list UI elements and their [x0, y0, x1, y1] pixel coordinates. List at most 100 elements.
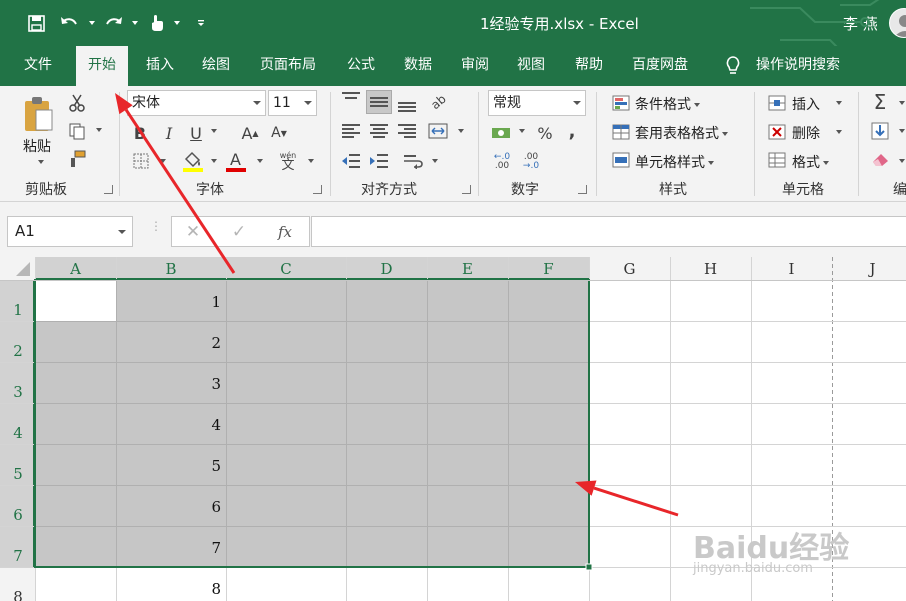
borders-dropdown-icon[interactable] — [156, 156, 166, 166]
accounting-dropdown-icon[interactable] — [515, 126, 525, 136]
row-header-7[interactable]: 7 — [13, 547, 23, 565]
phonetic-guide-icon[interactable]: wén 文 — [276, 148, 300, 174]
font-size-select[interactable]: 11 — [268, 90, 317, 116]
font-name-select[interactable]: 宋体 — [127, 90, 266, 116]
percent-style-button[interactable]: % — [535, 122, 555, 144]
cell-b7[interactable]: 7 — [211, 539, 221, 557]
orientation-icon[interactable]: ab — [428, 92, 448, 112]
borders-icon[interactable] — [130, 150, 152, 172]
conditional-format-icon[interactable] — [610, 93, 632, 113]
copy-dropdown-icon[interactable] — [92, 126, 102, 134]
alignment-launcher-icon[interactable] — [462, 185, 471, 194]
clear-dropdown-icon[interactable] — [895, 156, 905, 166]
column-header-e[interactable]: E — [462, 260, 473, 278]
delete-cells-icon[interactable] — [766, 122, 788, 142]
row-header-8[interactable]: 8 — [13, 588, 23, 601]
shrink-font-button[interactable]: A ▼ — [269, 122, 289, 144]
column-header-b[interactable]: B — [165, 260, 176, 278]
row-header-2[interactable]: 2 — [13, 342, 23, 360]
accounting-format-icon[interactable] — [490, 122, 512, 144]
insert-dropdown-icon[interactable] — [832, 98, 842, 108]
redo-dropdown-icon[interactable] — [128, 12, 138, 34]
cell-b1[interactable]: 1 — [211, 293, 221, 311]
row-header-3[interactable]: 3 — [13, 383, 23, 401]
format-cells-icon[interactable] — [766, 150, 788, 170]
underline-dropdown-icon[interactable] — [207, 126, 217, 136]
active-cell-a1[interactable] — [35, 280, 116, 321]
grow-font-button[interactable]: A ▲ — [240, 122, 260, 144]
tab-help[interactable]: 帮助 — [573, 46, 605, 86]
font-color-dropdown-icon[interactable] — [253, 156, 263, 166]
align-bottom-icon[interactable] — [398, 98, 416, 112]
tab-insert[interactable]: 插入 — [144, 46, 176, 86]
align-left-icon[interactable] — [342, 124, 360, 138]
insert-cells-icon[interactable] — [766, 93, 788, 113]
delete-dropdown-icon[interactable] — [832, 127, 842, 137]
phonetic-dropdown-icon[interactable] — [304, 156, 314, 166]
cell-b4[interactable]: 4 — [211, 416, 221, 434]
column-header-j[interactable]: J — [867, 260, 875, 278]
paste-dropdown-icon[interactable] — [34, 158, 44, 166]
number-format-select[interactable]: 常规 — [488, 90, 586, 116]
cell-b6[interactable]: 6 — [211, 498, 221, 516]
row-header-5[interactable]: 5 — [13, 465, 23, 483]
clear-eraser-icon[interactable] — [870, 148, 892, 170]
autosum-button[interactable]: Σ — [870, 90, 890, 114]
column-header-d[interactable]: D — [380, 260, 392, 278]
clipboard-launcher-icon[interactable] — [104, 185, 113, 194]
tab-data[interactable]: 数据 — [402, 46, 434, 86]
fill-color-dropdown-icon[interactable] — [207, 156, 217, 166]
column-header-c[interactable]: C — [280, 260, 291, 278]
insert-cells-button[interactable]: 插入 — [792, 94, 820, 114]
table-format-icon[interactable] — [610, 122, 632, 142]
format-painter-icon[interactable] — [66, 148, 88, 170]
cut-icon[interactable] — [66, 92, 88, 114]
column-header-g[interactable]: G — [624, 260, 636, 278]
decrease-decimal-icon[interactable]: .00 →.0 — [519, 150, 543, 174]
column-header-h[interactable]: H — [704, 260, 717, 278]
delete-cells-button[interactable]: 删除 — [792, 123, 820, 143]
tab-formulas[interactable]: 公式 — [345, 46, 377, 86]
formula-input[interactable] — [311, 216, 906, 247]
row-header-4[interactable]: 4 — [13, 424, 23, 442]
italic-button[interactable]: I — [159, 122, 179, 144]
cell-b5[interactable]: 5 — [211, 457, 221, 475]
align-center-icon[interactable] — [370, 124, 388, 138]
number-launcher-icon[interactable] — [578, 185, 587, 194]
cell-b8[interactable]: 8 — [211, 580, 221, 598]
cell-b2[interactable]: 2 — [211, 334, 221, 352]
paste-label[interactable]: 粘贴 — [23, 136, 51, 156]
merge-center-icon[interactable] — [427, 120, 449, 142]
column-header-f[interactable]: F — [543, 260, 553, 278]
name-box[interactable]: A1 — [7, 216, 133, 247]
wrap-text-icon[interactable] — [402, 150, 424, 172]
undo-icon[interactable] — [58, 12, 80, 34]
tab-view[interactable]: 视图 — [515, 46, 547, 86]
redo-icon[interactable] — [103, 12, 125, 34]
autosum-dropdown-icon[interactable] — [895, 98, 905, 108]
fill-dropdown-icon[interactable] — [895, 126, 905, 136]
font-launcher-icon[interactable] — [313, 185, 322, 194]
enter-icon[interactable]: ✓ — [228, 221, 250, 243]
formula-bar-grip-icon[interactable]: ⋮ — [150, 220, 162, 232]
copy-icon[interactable] — [66, 120, 88, 142]
fill-down-icon[interactable] — [870, 120, 890, 142]
align-middle-button[interactable] — [366, 90, 392, 114]
touch-mode-icon[interactable] — [146, 12, 168, 34]
align-right-icon[interactable] — [398, 124, 416, 138]
customize-icon[interactable] — [194, 12, 208, 34]
cell-styles-icon[interactable] — [610, 150, 632, 170]
underline-button[interactable]: U — [186, 122, 206, 144]
tab-review[interactable]: 审阅 — [459, 46, 491, 86]
comma-style-button[interactable]: , — [565, 120, 579, 142]
format-cells-button[interactable]: 格式 — [792, 152, 829, 172]
wrap-dropdown-icon[interactable] — [428, 156, 438, 166]
tab-page-layout[interactable]: 页面布局 — [258, 46, 318, 86]
tab-file[interactable]: 文件 — [22, 46, 54, 86]
undo-dropdown-icon[interactable] — [85, 12, 95, 34]
paste-icon[interactable] — [20, 94, 56, 134]
row-header-1[interactable]: 1 — [13, 301, 23, 319]
align-top-icon[interactable] — [342, 92, 360, 106]
decrease-indent-icon[interactable] — [340, 150, 362, 172]
column-header-i[interactable]: I — [789, 260, 795, 278]
